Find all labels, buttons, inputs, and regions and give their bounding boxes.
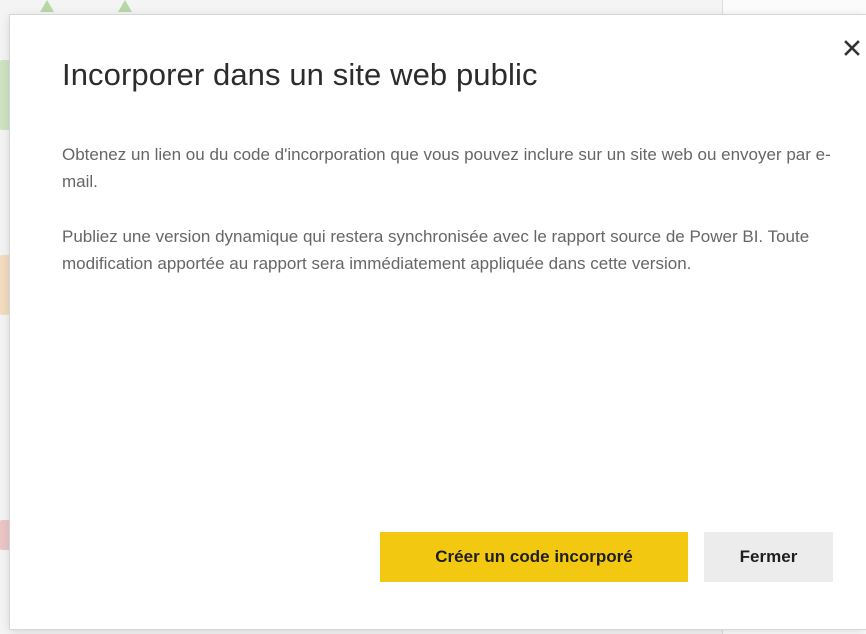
background-chart-mark [40, 0, 54, 12]
description-paragraph-dynamic-version: Publiez une version dynamique qui rester… [62, 227, 810, 273]
dialog-description: Obtenez un lien ou du code d'incorporati… [62, 141, 837, 305]
description-paragraph-link: Obtenez un lien ou du code d'incorporati… [62, 145, 831, 191]
close-icon [844, 40, 860, 56]
embed-public-website-dialog: Incorporer dans un site web public Obten… [10, 15, 866, 629]
background-chart-mark [118, 0, 132, 12]
close-button[interactable] [839, 35, 865, 61]
create-embed-code-button[interactable]: Créer un code incorporé [380, 532, 688, 582]
dialog-title: Incorporer dans un site web public [62, 57, 538, 92]
close-dialog-button[interactable]: Fermer [704, 532, 833, 582]
